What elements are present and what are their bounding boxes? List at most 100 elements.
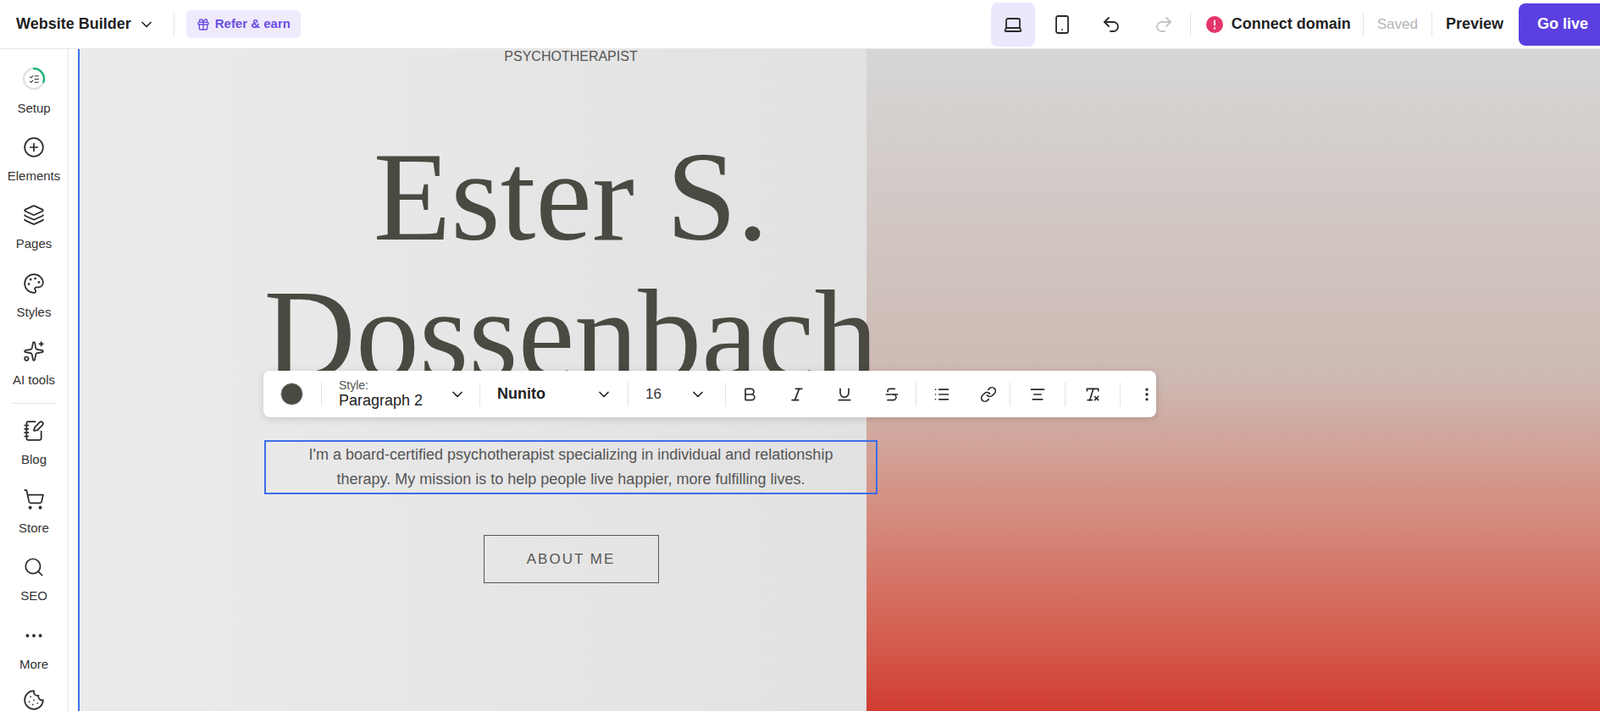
sidebar-item[interactable] (0, 682, 68, 711)
sidebar-item[interactable]: Elements (0, 125, 68, 194)
sidebar-item-icon (22, 136, 45, 159)
hero-eyebrow: PSYCHOTHERAPIST (503, 49, 637, 65)
more-options-button[interactable] (1120, 377, 1174, 412)
sidebar-item-label: Store (18, 520, 50, 537)
gift-icon (196, 17, 211, 32)
hero-content: PSYCHOTHERAPIST Ester S.Dossenbach I'm a b… (79, 49, 1063, 584)
sidebar-item-icon (22, 340, 45, 363)
sidebar: Setup Elements Pages Styles AI tools Blog Stor… (0, 49, 69, 711)
toolbar-divider (321, 382, 322, 407)
preview-button[interactable]: Preview (1445, 12, 1504, 36)
undo-button[interactable] (1089, 2, 1134, 47)
connect-domain-button[interactable]: Connect domain (1206, 12, 1351, 36)
setup-icon (22, 66, 46, 91)
checklist-icon (28, 73, 40, 85)
list-icon (933, 386, 951, 404)
bold-icon (741, 386, 759, 404)
font-select[interactable]: Nunito (497, 382, 613, 406)
redo-icon (1153, 14, 1174, 35)
style-select[interactable]: Style:Paragraph 2 (338, 378, 466, 410)
strikethrough-icon (883, 386, 901, 404)
chevron-down-icon (595, 386, 613, 404)
hero-body-line: therapy. My mission is to help people li… (337, 467, 806, 493)
size-value: 16 (645, 383, 662, 406)
toolbar-divider (627, 382, 629, 407)
bold-button[interactable] (725, 377, 774, 412)
sidebar-item[interactable]: Store (0, 478, 68, 547)
topbar-divider (1431, 12, 1433, 37)
sidebar-item[interactable]: AI tools (0, 330, 68, 399)
website-builder: Website Builder Refer & earn Connect domai… (0, 0, 1600, 711)
strikethrough-button[interactable] (868, 377, 916, 412)
toolbar-divider (1009, 382, 1011, 407)
underline-button[interactable] (820, 377, 869, 412)
hero-body-line: I'm a board-certified psychotherapist sp… (309, 442, 834, 468)
toolbar-divider (725, 382, 726, 407)
sidebar-item[interactable]: Setup (0, 57, 68, 126)
connect-domain-label: Connect domain (1231, 12, 1351, 36)
text-toolbar: Style:Paragraph 2 Nunito 16 (263, 370, 1157, 418)
sidebar-item-label: Pages (16, 236, 53, 252)
toolbar-divider (1119, 382, 1121, 407)
style-value: Paragraph 2 (338, 392, 423, 410)
sidebar-item-icon (22, 272, 45, 295)
undo-icon (1101, 14, 1122, 35)
sidebar-item-label: Styles (16, 304, 52, 321)
cookie-icon (22, 689, 45, 711)
list-button[interactable] (916, 377, 968, 412)
text-color-swatch[interactable] (280, 382, 304, 406)
topbar-divider (173, 12, 175, 37)
more-options-icon (1138, 386, 1156, 404)
progress-ring-icon (22, 66, 46, 91)
clear-format-icon (1084, 386, 1102, 404)
redo-button[interactable] (1141, 2, 1186, 47)
sidebar-item-icon (22, 556, 45, 579)
sidebar-gap (68, 49, 78, 711)
size-select[interactable]: 16 (645, 383, 707, 406)
topbar-right: Connect domainSavedPreviewGo live (991, 0, 1600, 49)
sidebar-item-label: SEO (20, 588, 48, 604)
sidebar-item[interactable]: Pages (0, 193, 68, 262)
top-bar: Website Builder Refer & earn Connect domai… (0, 0, 1600, 50)
sidebar-item[interactable]: SEO (0, 546, 68, 615)
alert-icon (1206, 16, 1224, 34)
sidebar-item-label: AI tools (12, 372, 56, 388)
about-me-button[interactable]: ABOUT ME (483, 535, 659, 584)
style-label: Style: (338, 378, 423, 393)
toolbar-divider (479, 382, 481, 407)
align-center-icon (1029, 386, 1047, 404)
sidebar-item-label: More (19, 657, 49, 673)
refer-button[interactable]: Refer & earn (186, 10, 301, 39)
sidebar-item[interactable]: Styles (0, 261, 68, 330)
sidebar-divider (11, 403, 56, 405)
sidebar-item[interactable]: More (0, 614, 68, 683)
toolbar-divider (1064, 382, 1066, 407)
sidebar-item-icon (22, 420, 45, 443)
device-toggle[interactable] (991, 2, 1036, 47)
chevron-down-icon (138, 16, 156, 34)
topbar-divider (1362, 12, 1364, 37)
app-menu[interactable]: Website Builder (0, 12, 156, 36)
canvas: PSYCHOTHERAPIST Ester S.Dossenbach I'm a b… (77, 49, 1600, 711)
hero-title-line: Ester S. (373, 127, 770, 266)
clear-format-button[interactable] (1065, 377, 1120, 412)
about-me-label: ABOUT ME (526, 548, 615, 571)
link-button[interactable] (967, 377, 1010, 412)
hero-body[interactable]: I'm a board-certified psychotherapist sp… (264, 440, 878, 495)
hero-title: Ester S.Dossenbach (264, 127, 879, 405)
font-value: Nunito (497, 382, 546, 406)
sidebar-item-label: Elements (7, 168, 61, 184)
chevron-down-icon (448, 386, 466, 404)
app-title: Website Builder (16, 12, 132, 36)
go-live-label: Go live (1537, 12, 1589, 36)
toolbar-divider (915, 382, 917, 407)
italic-button[interactable] (773, 377, 821, 412)
sidebar-item[interactable]: Blog (0, 409, 68, 478)
align-center-button[interactable] (1010, 377, 1065, 412)
workspace: Setup Elements Pages Styles AI tools Blog Stor… (0, 49, 1600, 711)
topbar-divider (1190, 12, 1191, 37)
sidebar-item-label: Setup (16, 100, 50, 117)
mobile-icon (1051, 14, 1073, 35)
device-toggle[interactable] (1040, 2, 1085, 47)
go-live-button[interactable]: Go live (1518, 3, 1600, 46)
